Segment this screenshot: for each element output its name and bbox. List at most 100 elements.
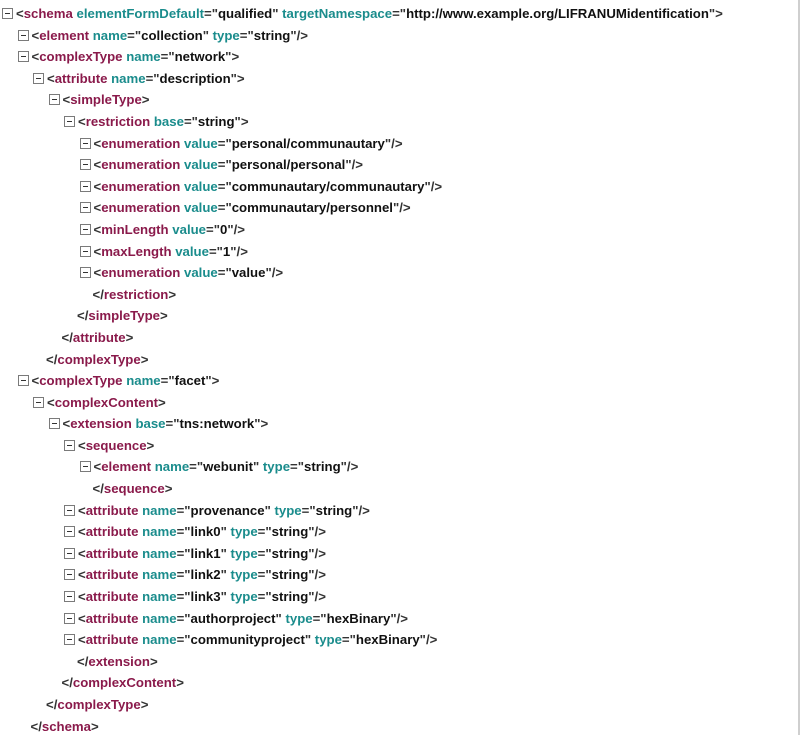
tag-close-bracket: /> xyxy=(296,27,309,43)
tag-open-bracket: < xyxy=(78,524,86,540)
tag-close-bracket: /> xyxy=(236,243,248,259)
xml-node-line: <simpleType> xyxy=(0,89,796,111)
attribute-name: value xyxy=(184,135,218,151)
tag-name: restriction xyxy=(85,113,151,129)
attribute-value: tns:network xyxy=(179,416,255,432)
attribute-quote: =" xyxy=(204,6,218,21)
tag-close-bracket: > xyxy=(91,718,99,734)
collapse-minus-icon[interactable] xyxy=(64,591,75,603)
tag-close-bracket: /> xyxy=(396,610,408,626)
tag-name: attribute xyxy=(85,502,139,518)
collapse-minus-icon[interactable] xyxy=(17,375,29,387)
attribute-value: string xyxy=(197,113,235,129)
xml-closing-line: </complexType> xyxy=(0,349,796,371)
xml-node-line: <sequence> xyxy=(0,435,796,457)
collapse-minus-icon[interactable] xyxy=(33,396,44,408)
collapse-minus-icon[interactable] xyxy=(79,159,91,171)
attribute-name: name xyxy=(142,567,177,583)
collapse-minus-icon[interactable] xyxy=(64,526,75,538)
attribute-name: name xyxy=(142,524,177,540)
collapse-minus-icon[interactable] xyxy=(64,504,75,516)
attribute-quote: =" xyxy=(312,610,327,626)
attribute-name: type xyxy=(274,502,302,518)
collapse-minus-icon[interactable] xyxy=(17,51,29,63)
xml-node-line: <enumeration value="personal/communautar… xyxy=(0,133,796,155)
attribute-value: hexBinary xyxy=(326,610,391,626)
collapse-minus-icon[interactable] xyxy=(79,245,91,257)
xml-node-line: <element name="webunit" type="string"/> xyxy=(0,456,796,478)
collapse-minus-icon[interactable] xyxy=(48,418,60,430)
attribute-quote: =" xyxy=(183,113,198,129)
tag-name: complexContent xyxy=(54,394,159,410)
collapse-minus-icon[interactable] xyxy=(64,439,75,451)
attribute-value: string xyxy=(304,459,341,475)
attribute-value: personal/communautary xyxy=(231,135,385,151)
tag-name: schema xyxy=(41,718,91,734)
xml-node-line: <enumeration value="personal/personal"/> xyxy=(0,154,796,176)
collapse-minus-icon[interactable] xyxy=(64,547,75,559)
attribute-value: link0 xyxy=(190,524,221,540)
attribute-quote: =" xyxy=(341,632,356,648)
attribute-value: string xyxy=(271,524,309,540)
tag-open-bracket: </ xyxy=(77,308,89,324)
xml-node-line: <attribute name="link3" type="string"/> xyxy=(0,586,796,608)
attribute-value: facet xyxy=(174,373,206,389)
tag-open-bracket: </ xyxy=(46,351,58,367)
attribute-name: base xyxy=(135,416,166,432)
collapse-minus-icon[interactable] xyxy=(2,8,13,20)
attribute-quote: " xyxy=(272,6,279,21)
collapse-minus-icon[interactable] xyxy=(79,137,91,149)
attribute-value: network xyxy=(174,49,226,65)
attribute-quote: =" xyxy=(160,49,175,65)
attribute-quote: =" xyxy=(145,70,160,86)
collapse-minus-icon[interactable] xyxy=(64,612,75,624)
xml-node-line: <restriction base="string"> xyxy=(0,111,796,133)
tag-open-bracket: </ xyxy=(61,675,73,691)
tag-name: attribute xyxy=(85,567,139,583)
xml-closing-line: </complexContent> xyxy=(0,672,796,694)
attribute-value: link1 xyxy=(190,545,221,561)
collapse-minus-icon[interactable] xyxy=(64,569,75,581)
attribute-quote: " xyxy=(202,27,209,43)
attribute-name: value xyxy=(184,157,218,173)
tag-close-bracket: > xyxy=(140,697,149,712)
xml-node-line: <attribute name="authorproject" type="he… xyxy=(0,608,796,630)
tag-close-bracket: > xyxy=(236,70,245,86)
tag-open-bracket: </ xyxy=(46,697,58,712)
tag-name: element xyxy=(101,459,152,475)
tag-close-bracket: > xyxy=(146,437,155,453)
attribute-name: type xyxy=(230,524,258,540)
attribute-quote: =" xyxy=(239,27,254,43)
attribute-quote: =" xyxy=(217,200,232,216)
attribute-value: communautary/communautary xyxy=(231,178,425,194)
xml-closing-line: </attribute> xyxy=(0,327,796,349)
attribute-quote: " xyxy=(220,545,227,561)
tag-name: element xyxy=(39,27,90,43)
attribute-quote: =" xyxy=(217,178,232,194)
attribute-quote: =" xyxy=(217,265,232,281)
tag-name: attribute xyxy=(72,329,126,345)
collapse-minus-icon[interactable] xyxy=(33,72,44,84)
collapse-minus-icon[interactable] xyxy=(79,180,91,192)
collapse-minus-icon[interactable] xyxy=(64,115,75,127)
tag-close-bracket: /> xyxy=(271,265,284,281)
attribute-value: communityproject xyxy=(190,632,305,648)
tag-close-bracket: > xyxy=(149,653,158,669)
collapse-minus-icon[interactable] xyxy=(64,634,75,646)
tag-name: maxLength xyxy=(101,243,172,259)
collapse-minus-icon[interactable] xyxy=(79,461,91,473)
collapse-minus-icon[interactable] xyxy=(48,94,60,106)
attribute-quote: =" xyxy=(160,373,175,389)
attribute-value: link2 xyxy=(190,567,221,583)
collapse-minus-icon[interactable] xyxy=(79,267,91,279)
xml-tree-viewer: <schema elementFormDefault="qualified" t… xyxy=(0,3,796,735)
attribute-name: value xyxy=(184,265,218,281)
tag-name: sequence xyxy=(103,481,165,497)
attribute-value: webunit xyxy=(203,459,253,475)
collapse-minus-icon[interactable] xyxy=(79,223,91,235)
attribute-name: targetNamespace xyxy=(282,6,393,21)
attribute-quote: =" xyxy=(257,524,272,540)
xml-node-line: <attribute name="provenance" type="strin… xyxy=(0,500,796,522)
collapse-minus-icon[interactable] xyxy=(79,202,91,214)
collapse-minus-icon[interactable] xyxy=(17,29,29,41)
